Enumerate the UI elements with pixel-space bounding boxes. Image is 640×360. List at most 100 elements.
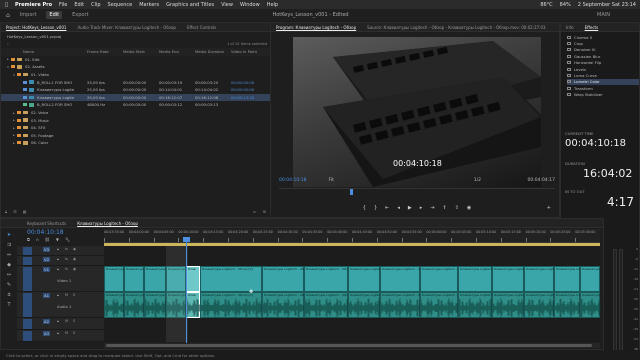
project-row[interactable]: ▸ 05. Footage <box>1 132 283 140</box>
playhead-head[interactable] <box>183 237 190 242</box>
mute-icon[interactable]: M <box>65 319 68 323</box>
eye-icon[interactable]: ◉ <box>73 267 76 271</box>
mute-icon[interactable]: M <box>65 293 68 297</box>
list-view-icon[interactable]: ☰ <box>13 209 17 214</box>
solo-icon[interactable]: S <box>73 293 75 297</box>
project-row[interactable]: B_ROLL1 FOR SHO 25,00 fps 00:00:00:00 00:00… <box>1 78 283 86</box>
label-color-swatch[interactable] <box>17 133 21 137</box>
go-to-out-icon[interactable]: ⇥ <box>430 205 434 211</box>
play-icon[interactable]: ▶ <box>408 205 412 211</box>
video-clip[interactable]: Клавиатуры Logitech - Обзор [V] <box>580 266 600 292</box>
timeline-timecode[interactable]: 00:04:10:18 <box>27 229 64 236</box>
audio-clip[interactable]: Клавиатуры Logitech - Обзор [A] <box>554 292 581 318</box>
project-row[interactable]: ▸ 06. Color <box>1 139 283 147</box>
quality-dropdown[interactable]: 1/2 <box>474 178 481 183</box>
snap-icon[interactable]: ∩ <box>36 237 39 242</box>
new-item-icon[interactable]: ⊞ <box>263 209 266 214</box>
program-current-timecode[interactable]: 00:04:10:18 <box>279 178 306 183</box>
slip-tool-icon[interactable]: ↔ <box>7 272 11 278</box>
playhead-marker[interactable] <box>350 189 353 195</box>
menu-edit[interactable]: Edit <box>74 2 84 8</box>
label-color-swatch[interactable] <box>17 126 21 130</box>
col-framerate[interactable]: Frame Rate <box>87 49 123 54</box>
video-clip[interactable]: Клавиатуры Logitech - Обзор [V] <box>262 266 304 292</box>
tab-source[interactable]: Source: Клавиатуры Logitech - Обзор - Кл… <box>367 25 545 30</box>
col-mediastart[interactable]: Media Start <box>123 49 159 54</box>
col-mediaend[interactable]: Media End <box>159 49 195 54</box>
menu-sequence[interactable]: Sequence <box>108 2 133 8</box>
lift-icon[interactable]: ⇑ <box>442 205 446 211</box>
solo-icon[interactable]: S <box>73 331 75 335</box>
video-clip[interactable]: Клавиатуры Logitech - Обзор [V] <box>380 266 420 292</box>
tab-effects[interactable]: Effects <box>585 25 599 30</box>
col-duration[interactable]: Media Duration <box>195 49 231 54</box>
menu-help[interactable]: Help <box>267 2 278 8</box>
mute-icon[interactable]: M <box>65 331 68 335</box>
audio-clip[interactable]: Клавиатуры Logitech - Обзор [A] <box>348 292 381 318</box>
mark-out-icon[interactable]: } <box>374 205 377 211</box>
solo-icon[interactable]: S <box>73 319 75 323</box>
menu-graphics[interactable]: Graphics and Titles <box>166 2 214 8</box>
label-color-swatch[interactable] <box>17 118 21 122</box>
menu-view[interactable]: View <box>221 2 233 8</box>
type-tool-icon[interactable]: T <box>7 302 10 308</box>
video-clip[interactable]: Клавиатуры Logitech - Обзор [V] <box>104 266 124 292</box>
export-frame-icon[interactable]: ◉ <box>467 205 471 211</box>
video-clip[interactable]: Клавиатуры Logitech - Обзор [V] <box>348 266 380 292</box>
col-inpoint[interactable]: Video In Point <box>231 49 271 54</box>
tab-program[interactable]: Program: Клавиатуры Logitech - Обзор <box>276 25 356 30</box>
lock-icon[interactable]: 🔒︎ <box>57 267 59 271</box>
linked-icon[interactable]: ⛓︎ <box>45 237 50 242</box>
audio-clip[interactable]: Клав <box>186 292 201 318</box>
sync-icon[interactable]: ⇆ <box>65 267 68 271</box>
label-color-swatch[interactable] <box>23 88 27 92</box>
tab-import[interactable]: Import <box>20 12 37 18</box>
tab-info[interactable]: Info <box>566 25 574 30</box>
track-header-v1[interactable]: V1 🔒︎ ⇆ ◉ Video 1 <box>17 266 104 292</box>
track-header-a2[interactable]: A2 🔒︎ M S <box>17 318 104 330</box>
time-ruler[interactable]: 00:03:55:00 00:04:00:00 00:04:05:00 00:04:1… <box>104 229 600 243</box>
apple-icon[interactable]:  <box>5 2 8 8</box>
tab-edit[interactable]: Edit <box>46 11 63 19</box>
menu-window[interactable]: Window <box>240 2 260 8</box>
audio-clip[interactable]: Клавиатуры Logitech - Обзор [A] <box>380 292 421 318</box>
sync-icon[interactable]: ⇆ <box>65 257 68 261</box>
lock-icon[interactable]: 🔒︎ <box>57 247 59 251</box>
audio-clip[interactable]: Клавиатуры Logitech - Обзор [A] <box>124 292 145 318</box>
video-clip[interactable]: Клавиатуры Logitech - Обзор [V] <box>554 266 580 292</box>
track-header-v2[interactable]: V2 🔒︎ ⇆ ◉ <box>17 256 104 266</box>
lock-icon[interactable]: 🔒︎ <box>5 209 7 214</box>
tab-audio-mixer[interactable]: Audio Track Mixer: Клавиатуры Logitech -… <box>77 25 176 30</box>
source-patch[interactable] <box>23 319 32 329</box>
project-row[interactable]: ▸ 03. Music <box>1 116 283 124</box>
step-back-icon[interactable]: ◂ <box>397 205 400 211</box>
menu-file[interactable]: File <box>59 2 67 8</box>
workspace-menu[interactable]: MAIN <box>597 12 610 18</box>
source-patch[interactable] <box>23 247 32 255</box>
pen-tool-icon[interactable]: ✎ <box>7 282 11 288</box>
new-bin-icon[interactable]: ▭ <box>253 209 257 214</box>
fit-dropdown[interactable]: Fit <box>328 178 333 183</box>
project-row[interactable]: Клавиатуры Logite 25,00 fps 00:00:00:00 00:… <box>1 93 283 102</box>
track-header-v3[interactable]: V3 🔒︎ ⇆ ◉ <box>17 246 104 256</box>
video-clip[interactable]: Клавиатуры Logitech - Обзор [V] <box>304 266 348 292</box>
label-color-swatch[interactable] <box>23 103 27 107</box>
track-select-icon[interactable]: ⇉ <box>7 242 11 248</box>
menu-app-name[interactable]: Premiere Pro <box>15 2 52 8</box>
project-row[interactable]: ▾ 02. Assets <box>1 63 283 71</box>
video-clip[interactable]: Клавиатуры Logitech - Обзор [V] <box>524 266 554 292</box>
tab-project[interactable]: Project: HotKeys_Lesson_v001 <box>6 25 66 30</box>
video-clip[interactable]: Клавиатуры Logitech - Обзор [V] <box>420 266 458 292</box>
audio-clip[interactable]: Клавиатуры Logitech - Обзор [A] <box>580 292 601 318</box>
label-color-swatch[interactable] <box>17 141 21 145</box>
label-color-swatch[interactable] <box>11 65 15 69</box>
timeline-scrollbar[interactable] <box>104 343 600 348</box>
label-color-swatch[interactable] <box>23 80 27 84</box>
project-row[interactable]: B_ROLL2 FOR SHO 48000 Hz 00:00:00:00 00:00:… <box>1 101 283 109</box>
audio-clip[interactable]: Клавиатуры Logitech - Обзор [A] <box>304 292 349 318</box>
hand-tool-icon[interactable]: ✋︎ <box>8 292 11 298</box>
nest-icon[interactable]: ⧉ <box>27 237 30 242</box>
effect-item[interactable]: Warp Stabilizer <box>567 92 639 98</box>
audio-clip[interactable]: Клавиатуры Logitech - Обзор [A] <box>492 292 525 318</box>
search-icon[interactable]: ⌕ <box>7 42 9 46</box>
